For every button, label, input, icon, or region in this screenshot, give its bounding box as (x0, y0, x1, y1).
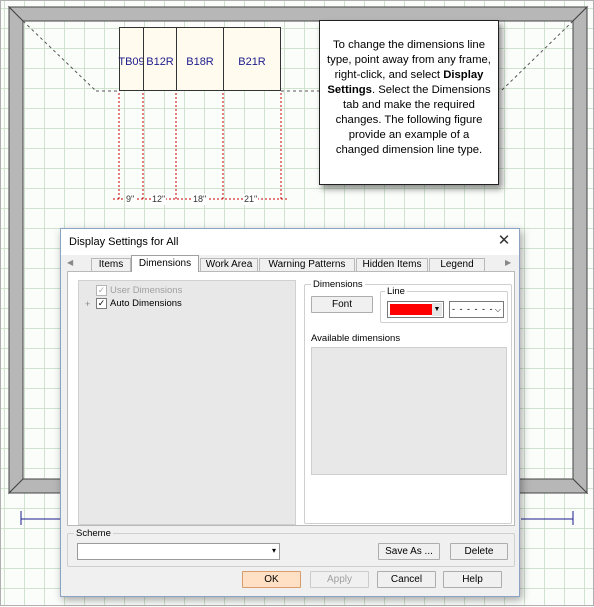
tree-item-auto-dimensions[interactable]: + ✓ Auto Dimensions (85, 297, 182, 310)
display-settings-dialog: Display Settings for All ✕ ◀ Items Dimen… (60, 228, 520, 597)
dimension-label: 12" (151, 194, 167, 205)
color-swatch (390, 304, 432, 315)
cabinet-tb09[interactable]: TB09 (118, 27, 145, 91)
line-color-picker[interactable]: ▼ (387, 301, 444, 318)
dimension-label: 9" (125, 194, 136, 205)
line-type-select[interactable]: - - - - - - ⌵ (449, 301, 504, 318)
scheme-label: Scheme (74, 528, 113, 539)
available-dimensions-list[interactable] (311, 347, 507, 475)
tab-scroll-left-icon[interactable]: ◀ (67, 258, 73, 267)
dimensions-group: Dimensions Font Line ▼ - - - - - - ⌵ Ava… (304, 279, 512, 524)
expand-icon[interactable]: + (85, 299, 93, 309)
dimensions-tree[interactable]: ✓ User Dimensions + ✓ Auto Dimensions (78, 280, 296, 525)
chevron-down-icon: ▼ (432, 303, 442, 316)
tab-work-area[interactable]: Work Area (200, 258, 258, 272)
dimension-label: 21" (243, 194, 259, 205)
tab-dimensions[interactable]: Dimensions (131, 255, 199, 272)
dimensions-group-label: Dimensions (311, 279, 365, 290)
dialog-titlebar[interactable]: Display Settings for All ✕ (61, 229, 519, 255)
tree-item-label: User Dimensions (110, 285, 183, 296)
instruction-callout: To change the dimensions line type, poin… (319, 20, 499, 185)
scheme-select[interactable]: ▾ (77, 543, 280, 560)
line-group: Line ▼ - - - - - - ⌵ (380, 286, 508, 323)
tab-scroll-right-icon[interactable]: ▶ (505, 258, 511, 267)
save-as-button[interactable]: Save As ... (378, 543, 440, 560)
cabinet-b21r[interactable]: B21R (223, 27, 281, 91)
apply-button[interactable]: Apply (310, 571, 369, 588)
font-button[interactable]: Font (311, 296, 373, 313)
close-icon[interactable]: ✕ (495, 232, 513, 250)
available-dimensions-label: Available dimensions (311, 333, 401, 344)
checkbox-auto-dimensions[interactable]: ✓ (96, 298, 107, 309)
cabinet-label: B18R (186, 56, 214, 68)
line-type-value: - - - - - - (452, 304, 494, 314)
dialog-title: Display Settings for All (69, 236, 179, 248)
delete-button[interactable]: Delete (450, 543, 508, 560)
line-group-label: Line (385, 286, 407, 297)
cabinet-label: B21R (238, 56, 266, 68)
tree-item-user-dimensions[interactable]: ✓ User Dimensions (85, 284, 182, 297)
chevron-down-icon: ▾ (271, 546, 276, 555)
cabinet-label: B12R (146, 56, 174, 68)
tab-hidden-items[interactable]: Hidden Items (356, 258, 428, 272)
ok-button[interactable]: OK (242, 571, 301, 588)
tab-warning-patterns[interactable]: Warning Patterns (259, 258, 355, 272)
chevron-down-icon: ⌵ (494, 305, 501, 314)
cancel-button[interactable]: Cancel (377, 571, 436, 588)
checkbox-user-dimensions[interactable]: ✓ (96, 285, 107, 296)
tab-strip: ◀ Items Dimensions Work Area Warning Pat… (67, 255, 513, 272)
cabinet-label: TB09 (118, 56, 145, 68)
cabinet-b12r[interactable]: B12R (143, 27, 177, 91)
tab-legend[interactable]: Legend (429, 258, 485, 272)
dimensions-tab-panel: ✓ User Dimensions + ✓ Auto Dimensions Di… (67, 271, 515, 526)
dimension-label: 18" (192, 194, 208, 205)
help-button[interactable]: Help (443, 571, 502, 588)
tree-item-label: Auto Dimensions (110, 298, 182, 309)
cabinet-b18r[interactable]: B18R (176, 27, 224, 91)
tab-items[interactable]: Items (91, 258, 131, 272)
scheme-group: Scheme ▾ Save As ... Delete (67, 528, 515, 567)
